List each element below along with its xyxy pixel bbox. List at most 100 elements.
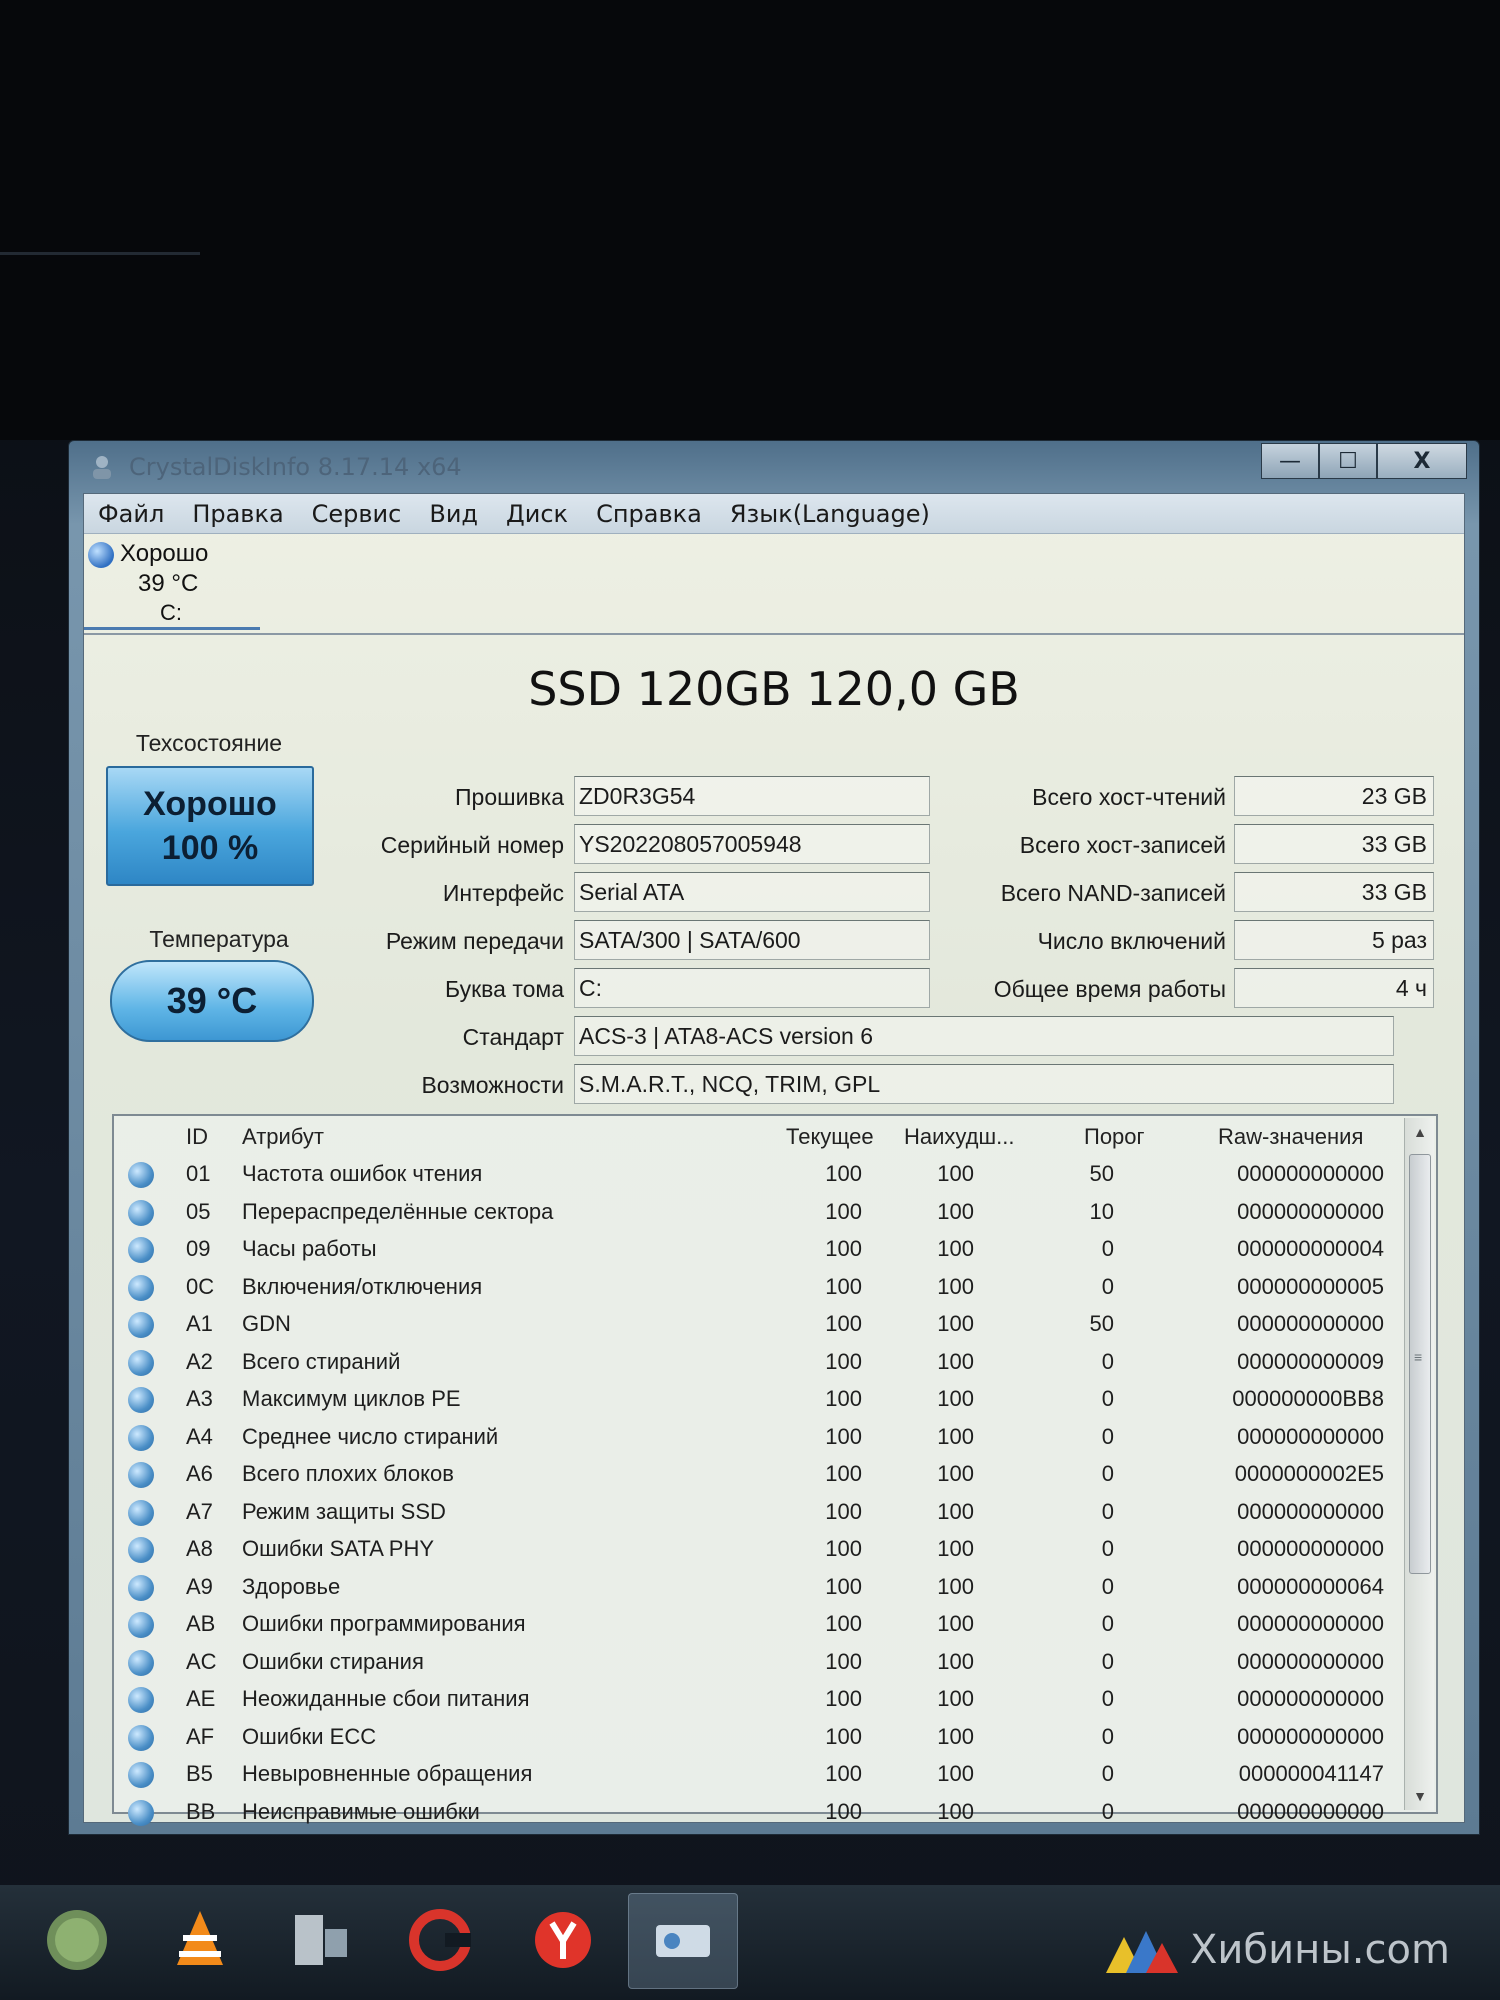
- table-row[interactable]: 09 Часы работы 100 100 0 000000000004: [114, 1231, 1404, 1269]
- table-row[interactable]: B5 Невыровненные обращения 100 100 0 00000004…: [114, 1756, 1404, 1794]
- cell-attribute: GDN: [242, 1311, 291, 1336]
- table-row[interactable]: A2 Всего стираний 100 100 0 000000000009: [114, 1344, 1404, 1382]
- cell-id: A9: [186, 1573, 213, 1599]
- table-row[interactable]: AB Ошибки программирования 100 100 0 00000000…: [114, 1606, 1404, 1644]
- cell-worst: 100: [937, 1723, 974, 1749]
- cell-threshold: 0: [1101, 1498, 1114, 1524]
- menu-help[interactable]: Справка: [596, 500, 702, 528]
- maximize-button[interactable]: ☐: [1319, 443, 1377, 479]
- scroll-down-arrow-icon[interactable]: ▼: [1405, 1782, 1435, 1810]
- table-row[interactable]: 01 Частота ошибок чтения 100 100 50 000000000…: [114, 1156, 1404, 1194]
- status-good-icon: [128, 1724, 154, 1751]
- table-row[interactable]: A8 Ошибки SATA PHY 100 100 0 000000000000: [114, 1531, 1404, 1569]
- close-button[interactable]: X: [1377, 443, 1467, 479]
- cell-worst: 100: [937, 1686, 974, 1711]
- yandex-browser-icon[interactable]: [528, 1905, 598, 1975]
- table-row[interactable]: A6 Всего плохих блоков 100 100 0 0000000002E5: [114, 1456, 1404, 1494]
- cell-threshold: 50: [1089, 1161, 1114, 1186]
- cell-raw: 000000000000: [1237, 1161, 1384, 1186]
- status-good-icon: [128, 1574, 154, 1601]
- cell-current: 100: [825, 1573, 862, 1599]
- table-row[interactable]: A7 Режим защиты SSD 100 100 0 000000000000: [114, 1494, 1404, 1532]
- table-row[interactable]: 05 Перераспределённые сектора 100 100 10 0000…: [114, 1194, 1404, 1232]
- cell-attribute: Максимум циклов PE: [242, 1386, 461, 1411]
- cell-raw: 000000000000: [1237, 1536, 1384, 1561]
- cell-current: 100: [825, 1423, 862, 1449]
- table-row[interactable]: AE Неожиданные сбои питания 100 100 0 0000000…: [114, 1681, 1404, 1719]
- header-threshold[interactable]: Порог: [1084, 1124, 1145, 1150]
- status-good-icon: [128, 1199, 154, 1226]
- power-hours-value: 4 ч: [1234, 968, 1434, 1008]
- smart-table[interactable]: ID Атрибут Текущее Наихудш... Порог Raw-…: [112, 1114, 1438, 1826]
- table-row[interactable]: A9 Здоровье 100 100 0 000000000064: [114, 1569, 1404, 1607]
- status-good-icon: [128, 1649, 154, 1676]
- temperature-button[interactable]: 39 °C: [110, 960, 314, 1042]
- menu-language[interactable]: Язык(Language): [730, 500, 930, 528]
- scroll-thumb[interactable]: ≡: [1409, 1154, 1431, 1574]
- table-row[interactable]: A1 GDN 100 100 50 000000000000: [114, 1306, 1404, 1344]
- table-row[interactable]: BB Неисправимые ошибки 100 100 0 000000000000: [114, 1794, 1404, 1832]
- header-current[interactable]: Текущее: [786, 1124, 874, 1150]
- computer-icon[interactable]: [285, 1905, 355, 1975]
- table-scrollbar[interactable]: ▲ ≡ ▼: [1404, 1118, 1434, 1810]
- table-row[interactable]: A3 Максимум циклов PE 100 100 0 000000000BB8: [114, 1381, 1404, 1419]
- cell-id: AC: [186, 1648, 217, 1674]
- header-raw[interactable]: Raw-значения: [1218, 1124, 1363, 1150]
- cell-threshold: 0: [1101, 1686, 1114, 1711]
- table-row[interactable]: AF Ошибки ECC 100 100 0 000000000000: [114, 1719, 1404, 1757]
- table-row[interactable]: 0C Включения/отключения 100 100 0 00000000000…: [114, 1269, 1404, 1307]
- cell-raw: 000000000000: [1237, 1798, 1384, 1824]
- title-bar[interactable]: CrystalDiskInfo 8.17.14 x64 — ☐ X: [69, 441, 1479, 493]
- header-attribute[interactable]: Атрибут: [242, 1124, 324, 1150]
- cell-raw: 000000000064: [1237, 1573, 1384, 1599]
- status-good-icon: [128, 1387, 154, 1413]
- minimize-button[interactable]: —: [1261, 443, 1319, 479]
- status-good-icon: [128, 1537, 154, 1563]
- cell-threshold: 0: [1101, 1536, 1114, 1561]
- ccleaner-icon[interactable]: [405, 1905, 475, 1975]
- menu-service[interactable]: Сервис: [312, 500, 402, 528]
- table-row[interactable]: A4 Среднее число стираний 100 100 0 000000000…: [114, 1419, 1404, 1457]
- menu-edit[interactable]: Правка: [192, 500, 283, 528]
- cell-worst: 100: [937, 1273, 974, 1299]
- header-id[interactable]: ID: [186, 1124, 208, 1150]
- health-status-button[interactable]: Хорошо 100 %: [106, 766, 314, 886]
- cell-worst: 100: [937, 1311, 974, 1336]
- nand-writes-label: Всего NAND-записей: [1000, 880, 1226, 906]
- cell-id: A1: [186, 1311, 213, 1336]
- start-orb-icon[interactable]: [42, 1905, 112, 1975]
- client-area: Файл Правка Сервис Вид Диск Справка Язык…: [83, 493, 1465, 1826]
- menu-disk[interactable]: Диск: [506, 500, 568, 528]
- standard-value: ACS-3 | ATA8-ACS version 6: [574, 1016, 1394, 1056]
- cell-current: 100: [825, 1648, 862, 1674]
- cell-id: BB: [186, 1798, 216, 1824]
- crystaldiskinfo-icon[interactable]: [648, 1905, 718, 1975]
- cell-worst: 100: [937, 1611, 974, 1636]
- cell-current: 100: [825, 1161, 862, 1186]
- cell-threshold: 0: [1101, 1798, 1114, 1824]
- cell-current: 100: [825, 1536, 862, 1561]
- cell-worst: 100: [937, 1461, 974, 1486]
- cell-threshold: 10: [1089, 1198, 1114, 1224]
- menu-file[interactable]: Файл: [98, 500, 164, 528]
- cell-worst: 100: [937, 1348, 974, 1374]
- cell-threshold: 0: [1101, 1236, 1114, 1261]
- cell-current: 100: [825, 1198, 862, 1224]
- cell-id: AF: [186, 1723, 215, 1749]
- cell-raw: 000000000000: [1237, 1686, 1384, 1711]
- transfer-value: SATA/300 | SATA/600: [574, 920, 930, 960]
- cell-id: B5: [186, 1761, 213, 1786]
- table-row[interactable]: AC Ошибки стирания 100 100 0 000000000000: [114, 1644, 1404, 1682]
- vlc-icon[interactable]: [165, 1905, 235, 1975]
- cell-id: A6: [186, 1461, 213, 1486]
- cell-attribute: Частота ошибок чтения: [242, 1161, 483, 1186]
- disk-tab-c[interactable]: Хорошо 39 °C C:: [84, 536, 260, 630]
- cell-threshold: 0: [1101, 1348, 1114, 1374]
- cell-attribute: Всего плохих блоков: [242, 1461, 454, 1486]
- menu-view[interactable]: Вид: [429, 500, 478, 528]
- header-worst[interactable]: Наихудш...: [904, 1124, 1015, 1150]
- cell-attribute: Включения/отключения: [242, 1273, 483, 1299]
- scroll-up-arrow-icon[interactable]: ▲: [1405, 1118, 1435, 1146]
- host-reads-value: 23 GB: [1234, 776, 1434, 816]
- disk-title[interactable]: SSD 120GB 120,0 GB: [84, 662, 1464, 716]
